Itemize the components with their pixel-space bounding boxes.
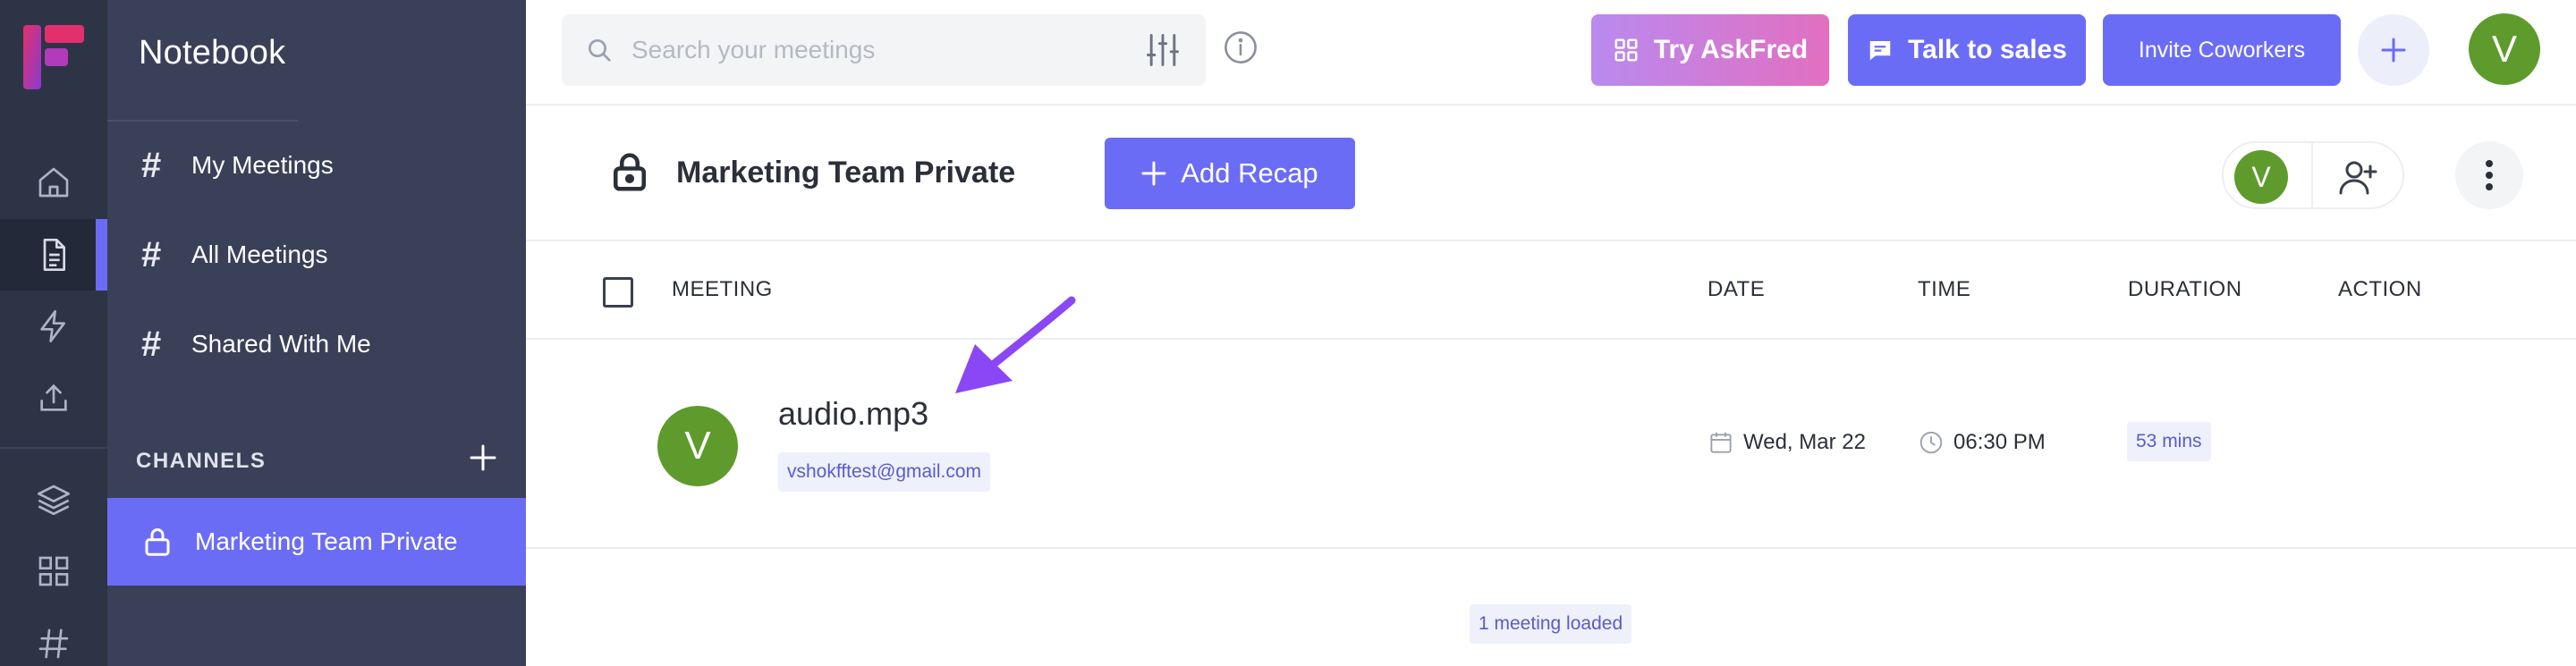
talk-to-sales-button[interactable]: Talk to sales (1848, 14, 2086, 86)
meeting-date: Wed, Mar 22 (1707, 429, 1866, 456)
meetings-loaded-status: 1 meeting loaded (1470, 604, 1632, 644)
notebook-icon (43, 239, 65, 271)
sidebar-item-label: My Meetings (191, 151, 334, 179)
upload-nav[interactable] (0, 362, 107, 434)
home-icon (38, 167, 69, 198)
layers-nav[interactable] (0, 464, 107, 535)
apps-grid-icon (38, 556, 69, 586)
channel-label: Marketing Team Private (195, 527, 458, 555)
sidebar-item-label: All Meetings (191, 240, 328, 268)
search-box[interactable] (562, 14, 1206, 86)
column-header-meeting[interactable]: MEETING (672, 277, 773, 302)
user-avatar[interactable]: V (2469, 13, 2540, 85)
meeting-time: 06:30 PM (1918, 429, 2046, 456)
meetings-table-header: MEETING DATE TIME DURATION ACTION (526, 241, 2576, 340)
filter-sliders-icon[interactable] (1143, 30, 1182, 70)
channels-heading: CHANNELS (136, 449, 267, 473)
select-all-checkbox[interactable] (603, 277, 633, 308)
add-recap-button[interactable]: Add Recap (1105, 138, 1355, 209)
chat-bubble-icon (1869, 41, 1891, 61)
sidebar-divider (107, 120, 298, 122)
hash-icon: # (141, 145, 162, 185)
column-header-duration[interactable]: DURATION (2128, 277, 2242, 302)
hash-icon (38, 628, 69, 659)
channel-members[interactable]: V (2222, 141, 2404, 209)
meeting-avatar: V (657, 406, 738, 486)
clock-icon (1919, 431, 1943, 454)
duration-badge: 53 mins (2127, 422, 2211, 461)
sidebar-title: Notebook (139, 34, 286, 72)
channels-nav[interactable] (0, 608, 107, 666)
bolt-icon (40, 310, 65, 342)
sidebar-item-shared-with-me[interactable]: # Shared With Me (107, 308, 526, 380)
upload-icon (40, 384, 67, 411)
plus-icon (2381, 38, 2406, 63)
date-text: Wed, Mar 22 (1743, 430, 1866, 454)
top-bar: Try AskFred Talk to sales Invite Coworke… (526, 0, 2576, 105)
time-text: 06:30 PM (1953, 430, 2046, 454)
sales-label: Talk to sales (1908, 35, 2067, 64)
try-askfred-button[interactable]: Try AskFred (1591, 14, 1829, 86)
lock-icon (613, 153, 647, 191)
askfred-label: Try AskFred (1653, 35, 1809, 64)
sidebar-item-my-meetings[interactable]: # My Meetings (107, 130, 526, 201)
notebook-nav[interactable] (0, 219, 107, 291)
sidebar-item-label: Shared With Me (191, 330, 371, 358)
search-input[interactable] (631, 36, 1143, 64)
channel-item-marketing-team-private[interactable]: Marketing Team Private (107, 498, 526, 586)
more-vertical-icon (2486, 160, 2493, 190)
notebook-sidebar: Notebook # My Meetings # All Meetings # … (96, 0, 526, 666)
apps-grid-icon (1614, 38, 1638, 62)
info-icon[interactable] (1222, 29, 1259, 66)
column-header-date[interactable]: DATE (1707, 277, 1765, 302)
new-item-button[interactable] (2358, 14, 2429, 86)
home-nav[interactable] (0, 147, 107, 218)
bolt-nav[interactable] (0, 291, 107, 362)
fireflies-logo[interactable] (23, 25, 84, 89)
icon-rail (0, 0, 107, 666)
add-member-icon[interactable] (2336, 156, 2379, 198)
table-row[interactable]: V audio.mp3 vshokfftest@gmail.com Wed, M… (526, 340, 2576, 549)
search-icon (589, 39, 611, 62)
add-recap-label: Add Recap (1181, 157, 1318, 189)
channel-title: Marketing Team Private (676, 156, 1016, 190)
channel-menu-button[interactable] (2455, 141, 2523, 209)
sidebar-item-all-meetings[interactable]: # All Meetings (96, 219, 526, 291)
hash-icon: # (141, 324, 162, 364)
lock-icon (145, 528, 170, 556)
calendar-icon (1710, 432, 1732, 453)
hash-icon: # (141, 234, 162, 274)
members-divider (2311, 143, 2313, 207)
meeting-title[interactable]: audio.mp3 (778, 395, 928, 433)
plus-icon (1141, 161, 1166, 186)
plus-icon (470, 444, 496, 471)
rail-divider (0, 447, 107, 449)
invite-coworkers-button[interactable]: Invite Coworkers (2103, 14, 2341, 86)
add-channel-button[interactable] (463, 438, 503, 477)
apps-nav[interactable] (0, 535, 107, 607)
layers-icon (38, 485, 70, 516)
column-header-action: ACTION (2338, 277, 2422, 301)
channel-header: Marketing Team Private Add Recap V (526, 105, 2576, 241)
invite-label: Invite Coworkers (2138, 37, 2306, 63)
column-header-time[interactable]: TIME (1918, 277, 1970, 302)
organizer-email: vshokfftest@gmail.com (778, 452, 991, 492)
member-avatar[interactable]: V (2234, 150, 2288, 204)
